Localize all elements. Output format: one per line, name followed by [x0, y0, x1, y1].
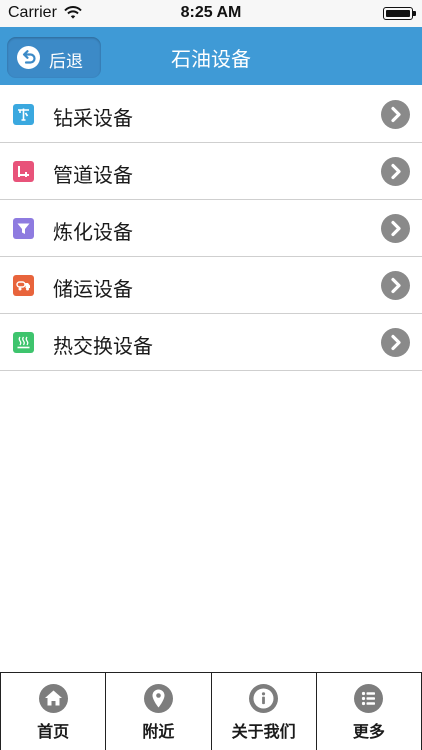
navigation-bar: 后退 石油设备 — [0, 27, 422, 85]
clock: 8:25 AM — [180, 4, 242, 21]
chevron-right-circle-icon — [381, 214, 410, 243]
tab-nearby[interactable]: 附近 — [106, 673, 212, 750]
tab-about-us[interactable]: 关于我们 — [212, 673, 317, 750]
list-item-label: 储运设备 — [53, 277, 133, 301]
list-item-label: 钻采设备 — [53, 106, 133, 130]
funnel-icon — [13, 218, 34, 239]
list-icon — [354, 684, 384, 713]
list-item-label: 管道设备 — [53, 163, 133, 187]
page-title: 石油设备 — [171, 47, 251, 71]
pipeline-icon — [13, 161, 34, 182]
chevron-right-circle-icon — [381, 328, 410, 357]
battery-full-icon — [383, 7, 416, 20]
location-pin-icon — [143, 684, 173, 713]
tab-label: 首页 — [37, 722, 70, 741]
drilling-rig-icon — [13, 104, 34, 125]
list-item-label: 热交换设备 — [53, 334, 153, 358]
tab-bar: 首页 附近 关于我们 更多 — [0, 672, 422, 750]
list-item-refining[interactable]: 炼化设备 — [0, 200, 422, 257]
tab-more[interactable]: 更多 — [317, 673, 422, 750]
tab-label: 关于我们 — [231, 722, 296, 741]
category-list: 钻采设备 管道设备 炼化设备 储运设备 热交换设备 — [0, 86, 422, 371]
tab-label: 更多 — [352, 722, 385, 741]
list-item-pipeline[interactable]: 管道设备 — [0, 143, 422, 200]
chevron-right-circle-icon — [381, 271, 410, 300]
list-item-heat-exchange[interactable]: 热交换设备 — [0, 314, 422, 371]
tanker-truck-icon — [13, 275, 34, 296]
list-item-label: 炼化设备 — [53, 220, 133, 244]
info-icon — [249, 684, 279, 713]
list-item-drilling[interactable]: 钻采设备 — [0, 86, 422, 143]
list-item-storage-transport[interactable]: 储运设备 — [0, 257, 422, 314]
chevron-right-circle-icon — [381, 100, 410, 129]
chevron-right-circle-icon — [381, 157, 410, 186]
heat-exchange-icon — [13, 332, 34, 353]
home-icon — [38, 684, 68, 713]
status-bar: Carrier 8:25 AM — [0, 0, 422, 27]
tab-label: 附近 — [142, 722, 175, 741]
tab-home[interactable]: 首页 — [0, 673, 107, 750]
